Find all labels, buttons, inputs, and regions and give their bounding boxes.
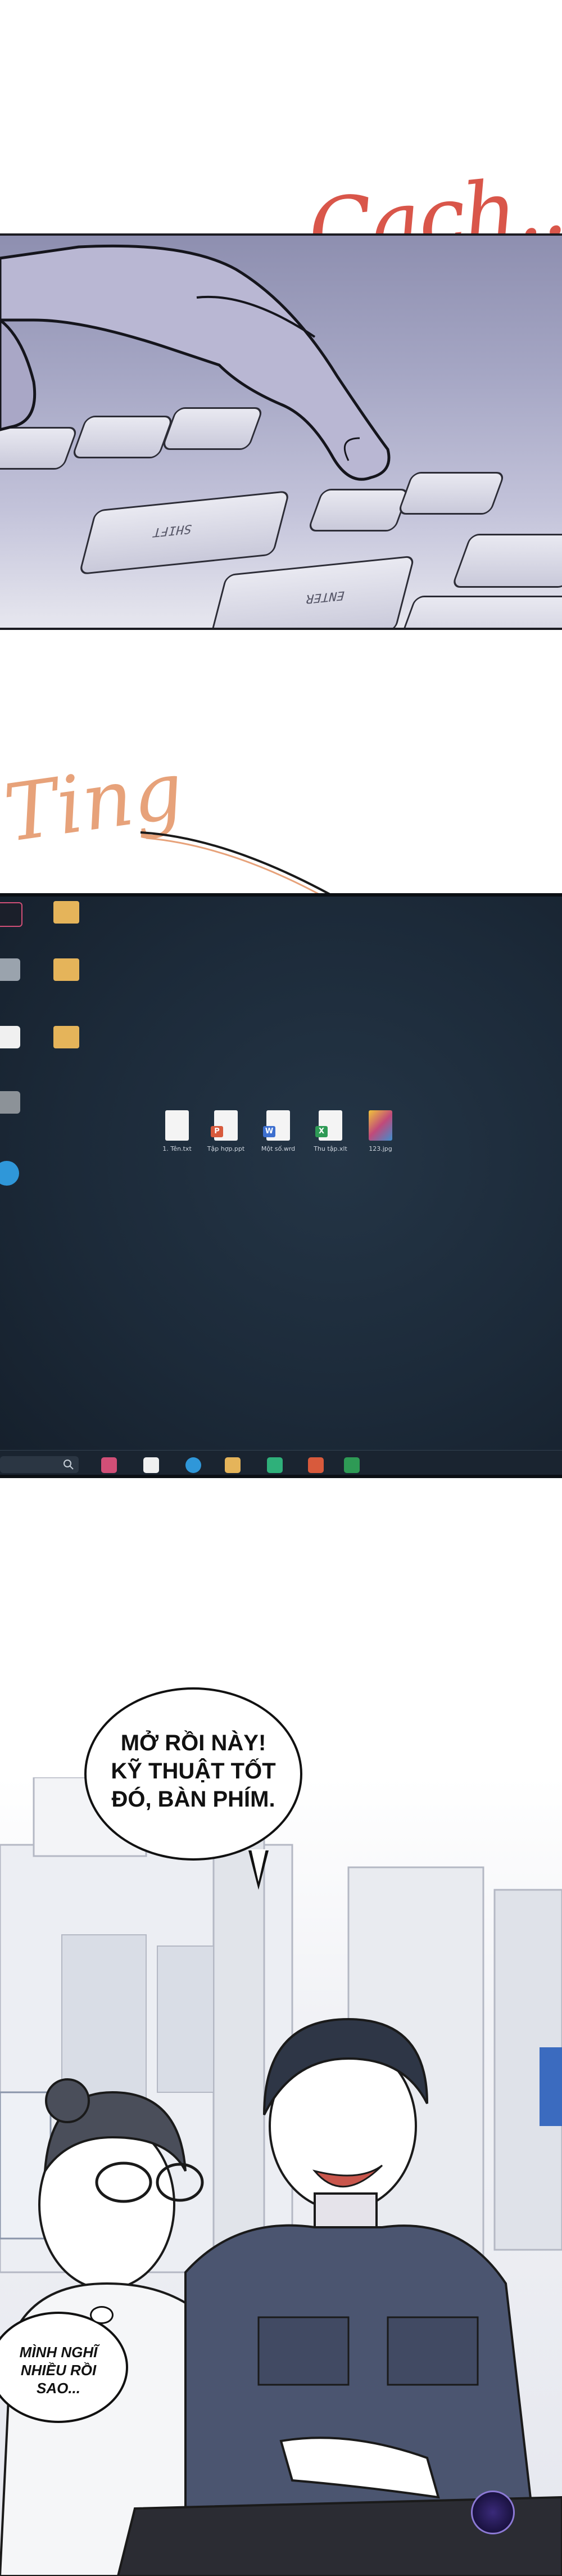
- printer-icon[interactable]: [0, 958, 20, 981]
- monitor-app-icon[interactable]: [0, 902, 22, 927]
- taskbar: [0, 1450, 562, 1475]
- desktop-panel: 1. Tên.txt P Tập hợp.ppt W Một số.wrd X …: [0, 893, 562, 1478]
- chat-taskbar-icon[interactable]: [267, 1457, 283, 1473]
- desktop-file[interactable]: 123.jpg: [358, 1110, 403, 1152]
- taskbar-search-box[interactable]: [0, 1456, 79, 1473]
- file-label: 123.jpg: [369, 1145, 392, 1152]
- office-scene-illustration: [0, 1777, 562, 2576]
- file-label: Một số.wrd: [261, 1145, 296, 1152]
- keyboard-panel: SHIFT ENTER: [0, 233, 562, 630]
- folder-icon[interactable]: [53, 901, 79, 924]
- monitor-app-taskbar-icon[interactable]: [101, 1457, 117, 1473]
- store-app-icon[interactable]: [0, 1026, 20, 1048]
- browser-taskbar-icon[interactable]: [185, 1457, 201, 1473]
- file-label: Tập hợp.ppt: [207, 1145, 245, 1152]
- speech-bubble-tail-fill: [251, 1849, 266, 1882]
- group-logo-badge: [471, 2491, 515, 2534]
- search-icon: [64, 1460, 74, 1470]
- folder-icon[interactable]: [53, 1026, 79, 1048]
- finger-illustration: [0, 244, 391, 481]
- desktop-file[interactable]: X Thu tập.xlt: [308, 1110, 353, 1152]
- excel-taskbar-icon[interactable]: [344, 1457, 360, 1473]
- friend-speech-bubble: MỞ RỒI NÀY! KỸ THUẬT TỐT ĐÓ, BÀN PHÍM.: [84, 1687, 302, 1861]
- thought-dot: [90, 2306, 114, 2324]
- globe-icon[interactable]: [0, 1161, 19, 1186]
- folder-taskbar-icon[interactable]: [225, 1457, 241, 1473]
- store-taskbar-icon[interactable]: [143, 1457, 159, 1473]
- computer-icon[interactable]: [0, 1091, 20, 1114]
- excel-file-icon: X: [315, 1110, 342, 1141]
- image-file-icon: [369, 1110, 392, 1141]
- friend-dialogue-text: MỞ RỒI NÀY! KỸ THUẬT TỐT ĐÓ, BÀN PHÍM.: [111, 1731, 276, 1812]
- folder-icon[interactable]: [53, 958, 79, 981]
- office-scene-panel: [0, 1777, 562, 2576]
- desktop-file[interactable]: W Một số.wrd: [256, 1110, 301, 1152]
- inner-thought-text: MÌNH NGHĨ NHIỀU RỒI SAO...: [19, 2344, 98, 2397]
- txt-file-icon: [165, 1110, 189, 1141]
- ppt-taskbar-icon[interactable]: [308, 1457, 324, 1473]
- word-file-icon: W: [263, 1110, 290, 1141]
- desktop-file[interactable]: 1. Tên.txt: [155, 1110, 200, 1152]
- file-label: 1. Tên.txt: [162, 1145, 192, 1152]
- file-label: Thu tập.xlt: [314, 1145, 347, 1152]
- ppt-file-icon: P: [211, 1110, 238, 1141]
- desktop-file[interactable]: P Tập hợp.ppt: [203, 1110, 248, 1152]
